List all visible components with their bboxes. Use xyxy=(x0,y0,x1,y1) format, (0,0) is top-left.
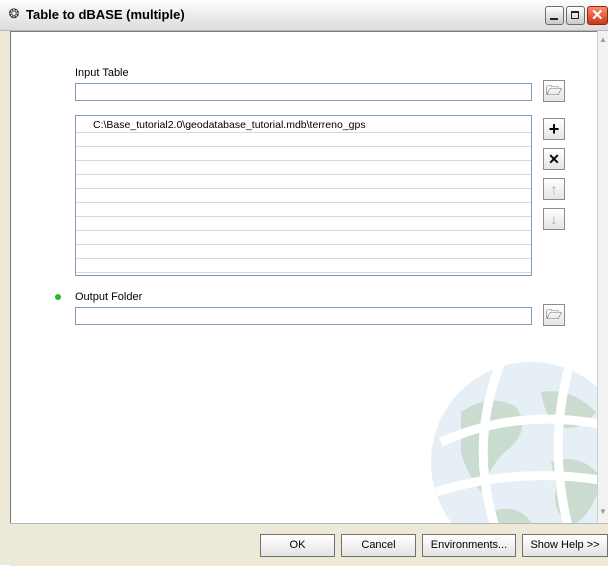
list-item-empty xyxy=(76,189,531,203)
move-up-button[interactable]: ↑ xyxy=(543,178,565,200)
list-item-empty xyxy=(76,231,531,245)
cancel-button[interactable]: Cancel xyxy=(341,534,416,557)
required-indicator-icon xyxy=(55,294,61,300)
x-icon: ✕ xyxy=(548,151,560,167)
list-item-empty xyxy=(76,259,531,273)
input-table-label: Input Table xyxy=(75,67,129,79)
list-item-empty xyxy=(76,217,531,231)
ok-button[interactable]: OK xyxy=(260,534,335,557)
title-bar[interactable]: ❂ Table to dBASE (multiple) ✕ xyxy=(0,0,608,31)
globe-watermark-icon xyxy=(431,362,598,524)
vertical-scrollbar[interactable]: ▲ ▼ xyxy=(597,31,608,523)
arrow-up-icon: ↑ xyxy=(550,181,558,197)
maximize-icon xyxy=(571,11,579,19)
hammer-icon: ❂ xyxy=(8,6,20,21)
maximize-button[interactable] xyxy=(566,6,585,25)
scroll-down-icon[interactable]: ▼ xyxy=(598,507,608,519)
output-folder-label: Output Folder xyxy=(75,291,143,303)
list-item-empty xyxy=(76,203,531,217)
input-table-field[interactable] xyxy=(75,83,532,101)
folder-open-icon: 🗁 xyxy=(545,83,563,98)
environments-button[interactable]: Environments... xyxy=(422,534,516,557)
list-item[interactable]: C:\Base_tutorial2.0\geodatabase_tutorial… xyxy=(76,119,531,133)
move-down-button[interactable]: ↓ xyxy=(543,208,565,230)
show-help-button[interactable]: Show Help >> xyxy=(522,534,608,557)
button-bar: OK Cancel Environments... Show Help >> xyxy=(10,523,608,566)
table-list[interactable]: C:\Base_tutorial2.0\geodatabase_tutorial… xyxy=(75,115,532,276)
tool-parameters-panel: Input Table 🗁 C:\Base_tutorial2.0\geodat… xyxy=(10,31,598,524)
list-item-empty xyxy=(76,147,531,161)
window-title: Table to dBASE (multiple) xyxy=(26,7,185,22)
list-item-empty xyxy=(76,161,531,175)
dialog-window: ❂ Table to dBASE (multiple) ✕ Input Tabl… xyxy=(0,0,608,566)
list-item-empty xyxy=(76,245,531,259)
minimize-button[interactable] xyxy=(545,6,564,25)
list-item-empty xyxy=(76,133,531,147)
close-icon: ✕ xyxy=(591,7,604,24)
input-table-browse-button[interactable]: 🗁 xyxy=(543,80,565,102)
output-folder-browse-button[interactable]: 🗁 xyxy=(543,304,565,326)
list-item-empty xyxy=(76,175,531,189)
plus-icon: + xyxy=(548,119,560,139)
minimize-icon xyxy=(550,18,558,20)
scroll-up-icon[interactable]: ▲ xyxy=(598,35,608,47)
close-button[interactable]: ✕ xyxy=(587,6,608,25)
output-folder-field[interactable] xyxy=(75,307,532,325)
remove-button[interactable]: ✕ xyxy=(543,148,565,170)
folder-open-icon: 🗁 xyxy=(545,307,563,322)
arrow-down-icon: ↓ xyxy=(550,211,558,227)
add-button[interactable]: + xyxy=(543,118,565,140)
